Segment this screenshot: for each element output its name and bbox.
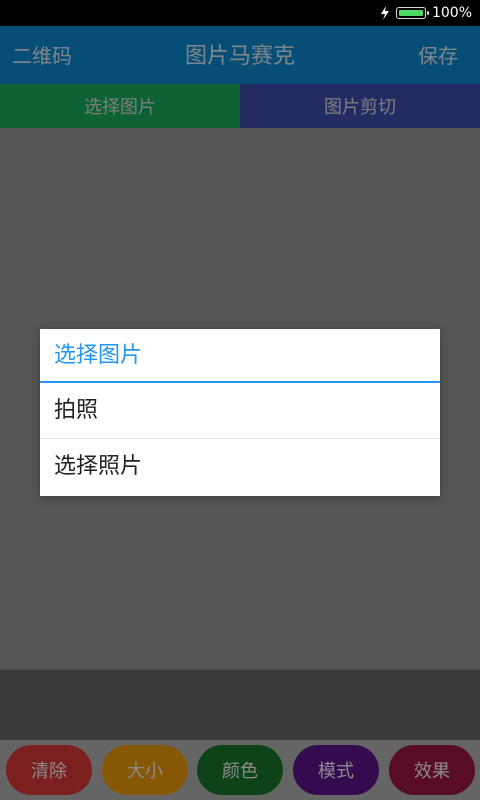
select-image-dialog: 选择图片 拍照 选择照片 <box>40 329 440 496</box>
charging-bolt-icon <box>380 6 389 20</box>
dialog-item-take-photo[interactable]: 拍照 <box>40 383 440 439</box>
dialog-item-choose-photo[interactable]: 选择照片 <box>40 439 440 495</box>
battery-icon <box>395 7 429 19</box>
status-bar: 100% <box>0 0 480 26</box>
status-indicators: 100% <box>380 4 472 22</box>
battery-level-fill <box>398 10 423 16</box>
battery-percent: 100% <box>431 5 472 21</box>
dialog-title: 选择图片 <box>40 329 440 383</box>
